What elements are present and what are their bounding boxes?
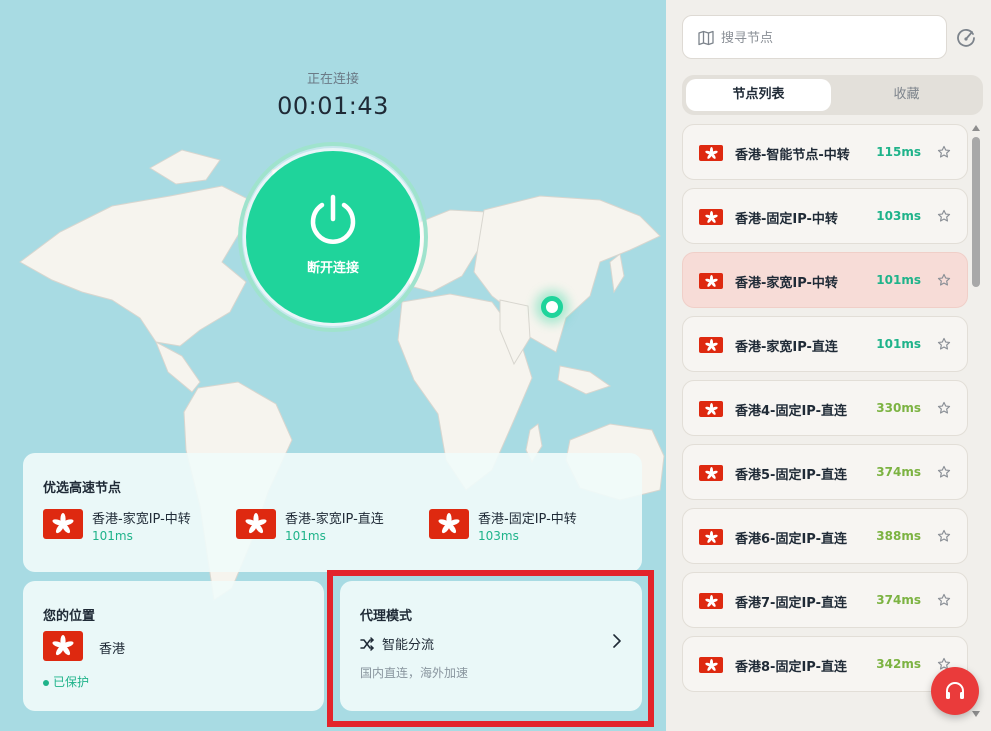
shuffle-icon bbox=[360, 636, 374, 651]
location-region: 香港 bbox=[99, 642, 126, 657]
fast-nodes-title: 优选高速节点 bbox=[43, 481, 122, 496]
node-list[interactable]: 香港-智能节点-中转 115ms 香港-固定IP-中转 103ms 香港-家宽IP-中转… bbox=[682, 123, 968, 721]
node-name: 香港8-固定IP-直连 bbox=[735, 660, 847, 675]
node-ping: 103ms bbox=[876, 209, 921, 223]
favorite-star-icon[interactable] bbox=[937, 272, 951, 291]
disconnect-label: 断开连接 bbox=[306, 261, 359, 276]
fast-node-ping: 101ms bbox=[92, 529, 133, 543]
fast-node-name: 香港-家宽IP-直连 bbox=[285, 512, 384, 527]
connection-status: 正在连接 bbox=[306, 72, 359, 87]
fast-nodes-card: 优选高速节点 香港-家宽IP-中转 101ms 香港-家宽IP-直连 101ms… bbox=[23, 453, 642, 572]
hong-kong-flag-icon bbox=[699, 657, 723, 673]
node-ping: 330ms bbox=[876, 401, 921, 415]
speed-test-button[interactable] bbox=[955, 27, 977, 49]
power-icon bbox=[310, 194, 356, 244]
node-list-item[interactable]: 香港-固定IP-中转 103ms bbox=[682, 188, 968, 244]
hong-kong-flag-icon bbox=[43, 509, 83, 539]
map-icon bbox=[698, 30, 714, 46]
proxy-mode-description: 国内直连，海外加速 bbox=[360, 666, 469, 680]
scroll-up-arrow-icon[interactable] bbox=[972, 125, 980, 131]
node-name: 香港-家宽IP-中转 bbox=[735, 276, 838, 291]
node-list-item[interactable]: 香港5-固定IP-直连 374ms bbox=[682, 444, 968, 500]
node-name: 香港-固定IP-中转 bbox=[735, 212, 838, 227]
node-ping: 101ms bbox=[876, 337, 921, 351]
search-input[interactable] bbox=[721, 26, 936, 50]
search-box[interactable] bbox=[682, 15, 947, 59]
favorite-star-icon[interactable] bbox=[937, 528, 951, 547]
proxy-mode-title: 代理模式 bbox=[360, 609, 413, 624]
tab-bar: 节点列表 收藏 bbox=[682, 75, 983, 115]
map-panel: 正在连接 00:01:43 断开连接 优选高速节点 香港-家宽IP-中转 101… bbox=[0, 0, 666, 731]
hong-kong-flag-icon bbox=[236, 509, 276, 539]
scrollbar-thumb[interactable] bbox=[972, 137, 980, 287]
node-name: 香港-智能节点-中转 bbox=[735, 148, 850, 163]
hong-kong-flag-icon bbox=[699, 593, 723, 609]
hong-kong-flag-icon bbox=[699, 465, 723, 481]
node-name: 香港6-固定IP-直连 bbox=[735, 532, 847, 547]
node-list-item[interactable]: 香港8-固定IP-直连 342ms bbox=[682, 636, 968, 692]
favorite-star-icon[interactable] bbox=[937, 464, 951, 483]
hong-kong-flag-icon bbox=[699, 273, 723, 289]
headset-icon bbox=[946, 682, 964, 699]
hong-kong-flag-icon bbox=[699, 529, 723, 545]
location-card: 您的位置 香港 已保护 bbox=[23, 581, 324, 711]
scrollbar[interactable] bbox=[970, 123, 982, 721]
fast-node-ping: 103ms bbox=[478, 529, 519, 543]
node-name: 香港-家宽IP-直连 bbox=[735, 340, 838, 355]
connection-timer: 00:01:43 bbox=[277, 92, 389, 120]
location-title: 您的位置 bbox=[43, 609, 96, 624]
node-ping: 101ms bbox=[876, 273, 921, 287]
location-pin-icon bbox=[541, 296, 563, 318]
node-name: 香港5-固定IP-直连 bbox=[735, 468, 847, 483]
node-ping: 374ms bbox=[876, 465, 921, 479]
node-name: 香港7-固定IP-直连 bbox=[735, 596, 847, 611]
status-dot-icon bbox=[43, 679, 49, 686]
node-list-item[interactable]: 香港-智能节点-中转 115ms bbox=[682, 124, 968, 180]
node-name: 香港4-固定IP-直连 bbox=[735, 404, 847, 419]
hong-kong-flag-icon bbox=[699, 401, 723, 417]
fast-node-ping: 101ms bbox=[285, 529, 326, 543]
node-list-item[interactable]: 香港-家宽IP-中转 101ms bbox=[682, 252, 968, 308]
node-list-item[interactable]: 香港-家宽IP-直连 101ms bbox=[682, 316, 968, 372]
hong-kong-flag-icon bbox=[43, 631, 83, 661]
favorite-star-icon[interactable] bbox=[937, 592, 951, 611]
node-list-item[interactable]: 香港4-固定IP-直连 330ms bbox=[682, 380, 968, 436]
speedometer-icon bbox=[957, 29, 975, 47]
fast-node-name: 香港-固定IP-中转 bbox=[478, 512, 577, 527]
proxy-mode-value: 智能分流 bbox=[382, 638, 435, 653]
hong-kong-flag-icon bbox=[699, 209, 723, 225]
node-sidebar: 节点列表 收藏 香港-智能节点-中转115ms香港-固定IP-中转103ms香港… bbox=[666, 0, 991, 731]
customer-support-button[interactable] bbox=[931, 667, 979, 715]
fast-node-name: 香港-家宽IP-中转 bbox=[92, 512, 191, 527]
disconnect-button[interactable]: 断开连接 bbox=[246, 151, 420, 323]
hong-kong-flag-icon bbox=[699, 145, 723, 161]
node-ping: 115ms bbox=[876, 145, 921, 159]
proxy-mode-card[interactable]: 代理模式 智能分流 国内直连，海外加速 bbox=[340, 581, 642, 711]
scroll-down-arrow-icon[interactable] bbox=[972, 711, 980, 717]
tab-favorites[interactable]: 收藏 bbox=[834, 79, 979, 111]
protection-status: 已保护 bbox=[43, 673, 89, 690]
hong-kong-flag-icon bbox=[699, 337, 723, 353]
node-ping: 388ms bbox=[876, 529, 921, 543]
chevron-right-icon bbox=[613, 634, 621, 648]
favorite-star-icon[interactable] bbox=[937, 400, 951, 419]
favorite-star-icon[interactable] bbox=[937, 144, 951, 163]
node-ping: 342ms bbox=[876, 657, 921, 671]
favorite-star-icon[interactable] bbox=[937, 336, 951, 355]
hong-kong-flag-icon bbox=[429, 509, 469, 539]
node-list-item[interactable]: 香港7-固定IP-直连 374ms bbox=[682, 572, 968, 628]
favorite-star-icon[interactable] bbox=[937, 208, 951, 227]
proxy-mode-row: 智能分流 bbox=[360, 634, 434, 653]
node-ping: 374ms bbox=[876, 593, 921, 607]
node-list-item[interactable]: 香港6-固定IP-直连 388ms bbox=[682, 508, 968, 564]
protection-status-text: 已保护 bbox=[53, 675, 90, 689]
tab-node-list[interactable]: 节点列表 bbox=[686, 79, 831, 111]
